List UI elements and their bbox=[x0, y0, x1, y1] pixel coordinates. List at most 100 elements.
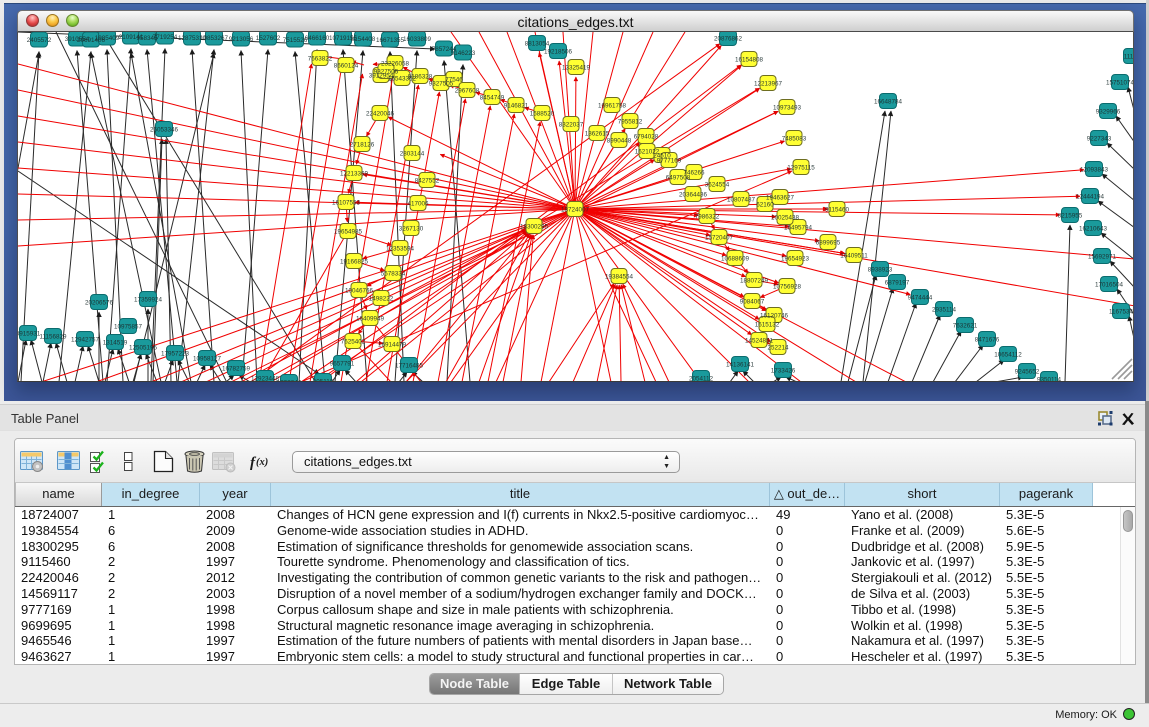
svg-text:10025438: 10025438 bbox=[771, 215, 800, 222]
svg-text:12923448: 12923448 bbox=[251, 376, 280, 383]
svg-text:12353594: 12353594 bbox=[386, 246, 415, 253]
svg-text:6466160: 6466160 bbox=[305, 35, 330, 42]
svg-text:8471676: 8471676 bbox=[975, 337, 1000, 344]
svg-text:16154808: 16154808 bbox=[735, 57, 764, 64]
svg-text:14524851: 14524851 bbox=[745, 338, 774, 345]
svg-text:9146821: 9146821 bbox=[504, 103, 529, 110]
svg-text:2718126: 2718126 bbox=[350, 142, 375, 149]
svg-text:9350114: 9350114 bbox=[1037, 377, 1062, 383]
svg-text:9227343: 9227343 bbox=[1087, 136, 1112, 143]
svg-text:9084067: 9084067 bbox=[740, 299, 765, 306]
svg-text:(x): (x) bbox=[256, 457, 268, 468]
svg-text:2405572: 2405572 bbox=[27, 37, 52, 44]
svg-text:19654985: 19654985 bbox=[334, 229, 363, 236]
svg-text:17359924: 17359924 bbox=[134, 297, 163, 304]
svg-text:16671355: 16671355 bbox=[376, 37, 405, 44]
svg-text:23226058: 23226058 bbox=[381, 61, 410, 68]
svg-text:252214: 252214 bbox=[767, 345, 789, 352]
svg-text:5578334: 5578334 bbox=[381, 271, 406, 278]
svg-text:19384554: 19384554 bbox=[605, 274, 634, 281]
svg-text:10807487: 10807487 bbox=[727, 197, 756, 204]
svg-text:16495794: 16495794 bbox=[784, 225, 813, 232]
svg-text:12213369: 12213369 bbox=[340, 171, 369, 178]
svg-text:6899695: 6899695 bbox=[816, 240, 841, 247]
svg-text:9657791: 9657791 bbox=[330, 361, 355, 368]
svg-text:10973493: 10973493 bbox=[773, 105, 802, 112]
svg-text:9115460: 9115460 bbox=[825, 207, 850, 214]
svg-text:17716485: 17716485 bbox=[395, 363, 424, 370]
svg-text:7955812: 7955812 bbox=[618, 119, 643, 126]
svg-text:16033809: 16033809 bbox=[403, 36, 432, 43]
svg-text:12942757: 12942757 bbox=[71, 337, 100, 344]
svg-text:6794028: 6794028 bbox=[634, 134, 659, 141]
svg-text:16961758: 16961758 bbox=[598, 103, 627, 110]
svg-text:7632621: 7632621 bbox=[953, 323, 978, 330]
svg-text:9474444: 9474444 bbox=[908, 295, 933, 302]
svg-text:1985409: 1985409 bbox=[95, 35, 120, 42]
svg-text:3624554: 3624554 bbox=[705, 182, 730, 189]
svg-text:15720407: 15720407 bbox=[705, 235, 734, 242]
svg-text:2803144: 2803144 bbox=[400, 151, 425, 158]
svg-text:10853267: 10853267 bbox=[200, 35, 229, 42]
svg-text:1527602: 1527602 bbox=[256, 35, 281, 42]
svg-text:10975857: 10975857 bbox=[114, 324, 143, 331]
svg-text:16107553: 16107553 bbox=[332, 200, 361, 207]
svg-text:9327505: 9327505 bbox=[374, 69, 399, 76]
svg-text:12213967: 12213967 bbox=[754, 81, 783, 88]
svg-text:1167534: 1167534 bbox=[1109, 309, 1134, 316]
svg-text:16409511: 16409511 bbox=[840, 253, 868, 260]
svg-text:8454749: 8454749 bbox=[480, 95, 505, 102]
svg-text:19654923: 19654923 bbox=[781, 256, 810, 263]
svg-text:9777169: 9777169 bbox=[657, 158, 682, 165]
svg-text:12975115: 12975115 bbox=[787, 165, 815, 172]
svg-text:6497508: 6497508 bbox=[666, 175, 691, 182]
svg-text:20364436: 20364436 bbox=[679, 192, 708, 199]
svg-text:16782759: 16782759 bbox=[222, 366, 251, 373]
svg-text:17016504: 17016504 bbox=[1095, 282, 1124, 289]
svg-text:417006: 417006 bbox=[407, 201, 429, 208]
svg-text:10654112: 10654112 bbox=[994, 352, 1022, 359]
svg-text:16914479: 16914479 bbox=[378, 342, 407, 349]
svg-text:7663822: 7663822 bbox=[308, 56, 333, 63]
svg-text:18724007: 18724007 bbox=[561, 207, 590, 214]
svg-text:18300295: 18300295 bbox=[520, 224, 549, 231]
svg-text:9146223: 9146223 bbox=[451, 50, 476, 57]
svg-text:62160: 62160 bbox=[756, 202, 774, 209]
svg-text:7986322: 7986322 bbox=[695, 214, 720, 221]
svg-text:17957223: 17957223 bbox=[161, 351, 190, 358]
svg-text:1733426: 1733426 bbox=[771, 368, 796, 375]
svg-text:1292344: 1292344 bbox=[277, 380, 302, 383]
svg-text:7485083: 7485083 bbox=[782, 136, 807, 143]
svg-text:9329966: 9329966 bbox=[1096, 109, 1121, 116]
svg-text:1314519: 1314519 bbox=[103, 340, 128, 347]
svg-text:11156829: 11156829 bbox=[39, 334, 67, 341]
svg-text:9245652: 9245652 bbox=[1015, 369, 1040, 376]
svg-text:15751074: 15751074 bbox=[1106, 80, 1134, 87]
svg-text:77546: 77546 bbox=[445, 77, 463, 84]
svg-text:13325419: 13325419 bbox=[562, 65, 591, 72]
svg-text:16210643: 16210643 bbox=[1079, 226, 1108, 233]
svg-text:8990448: 8990448 bbox=[607, 138, 632, 145]
svg-text:9213056: 9213056 bbox=[229, 36, 254, 43]
svg-text:2935114: 2935114 bbox=[932, 307, 957, 314]
svg-text:10756928: 10756928 bbox=[773, 284, 802, 291]
svg-text:19166825: 19166825 bbox=[340, 259, 369, 266]
svg-text:16648784: 16648784 bbox=[874, 99, 903, 106]
svg-text:2967608: 2967608 bbox=[455, 88, 480, 95]
svg-text:20206576: 20206576 bbox=[85, 300, 114, 307]
svg-text:8938923: 8938923 bbox=[868, 267, 893, 274]
svg-text:1615132: 1615132 bbox=[755, 322, 780, 329]
svg-text:6879197: 6879197 bbox=[885, 280, 910, 287]
svg-text:10046766: 10046766 bbox=[345, 288, 374, 295]
svg-text:16409949: 16409949 bbox=[356, 316, 385, 323]
svg-text:8186328: 8186328 bbox=[408, 74, 433, 81]
svg-text:8154408: 8154408 bbox=[351, 36, 376, 43]
svg-text:19218506: 19218506 bbox=[544, 49, 573, 56]
svg-text:1498222: 1498222 bbox=[369, 296, 394, 303]
svg-text:12505195: 12505195 bbox=[129, 345, 158, 352]
svg-text:8215955: 8215955 bbox=[1058, 213, 1083, 220]
svg-text:8813054: 8813054 bbox=[525, 41, 550, 48]
svg-text:8322037: 8322037 bbox=[559, 122, 584, 129]
svg-text:20876862: 20876862 bbox=[714, 36, 743, 43]
svg-text:1362615: 1362615 bbox=[585, 131, 610, 138]
